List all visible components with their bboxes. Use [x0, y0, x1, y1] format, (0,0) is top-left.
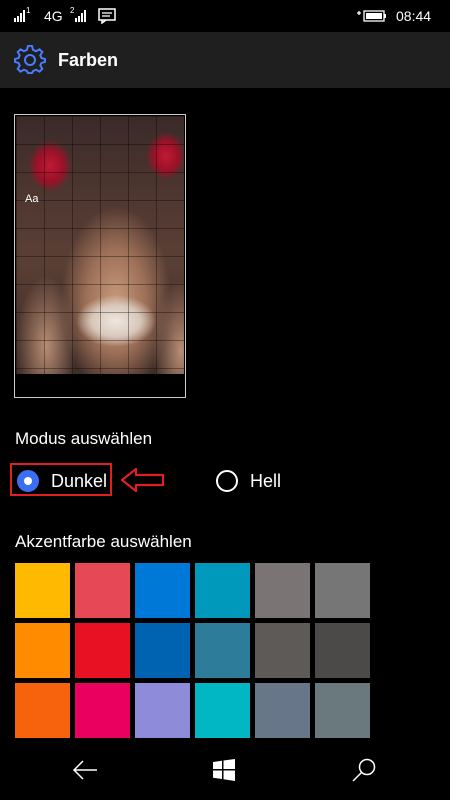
gear-icon: [14, 44, 46, 76]
message-icon: [98, 0, 116, 32]
annotation-arrow-icon: [120, 467, 165, 493]
radio-option-hell[interactable]: Hell: [216, 463, 281, 499]
accent-color-swatch[interactable]: [15, 683, 70, 738]
accent-color-swatch[interactable]: [75, 563, 130, 618]
mode-section-label: Modus auswählen: [15, 429, 153, 448]
clock: 08:44: [396, 8, 432, 24]
start-screen-preview[interactable]: Aa: [14, 114, 186, 398]
accent-color-swatch[interactable]: [15, 623, 70, 678]
signal-sim2: 2: [70, 0, 87, 32]
back-arrow-icon: [72, 760, 97, 780]
network-type: 4G: [44, 8, 63, 24]
accent-color-swatch[interactable]: [255, 623, 310, 678]
search-button[interactable]: [344, 752, 384, 788]
accent-color-swatch[interactable]: [135, 623, 190, 678]
sim1-label: 1: [26, 5, 31, 15]
accent-section-label: Akzentfarbe auswählen: [15, 532, 192, 551]
signal-strength-icon: [75, 10, 87, 22]
signal-strength-icon: [14, 10, 25, 22]
accent-color-swatch[interactable]: [315, 623, 370, 678]
tile-grid: [16, 116, 184, 374]
status-bar: 1 4G 2 08:44: [0, 0, 450, 32]
back-button[interactable]: [65, 752, 105, 788]
radio-label-hell: Hell: [250, 470, 282, 491]
accent-color-swatch[interactable]: [255, 683, 310, 738]
accent-color-swatch[interactable]: [195, 683, 250, 738]
start-button[interactable]: [204, 752, 244, 788]
radio-button-hell[interactable]: [216, 470, 238, 492]
accent-color-swatch[interactable]: [195, 623, 250, 678]
tile-label: Aa: [25, 193, 39, 205]
windows-logo-icon: [213, 759, 235, 781]
accent-color-swatch[interactable]: [75, 623, 130, 678]
accent-color-swatch[interactable]: [135, 563, 190, 618]
annotation-highlight-box: [10, 463, 112, 496]
accent-color-swatch[interactable]: [195, 563, 250, 618]
navigation-bar: [0, 740, 450, 800]
accent-color-swatch[interactable]: [75, 683, 130, 738]
accent-color-swatch[interactable]: [255, 563, 310, 618]
battery-charging-icon: [356, 0, 388, 32]
sim2-label: 2: [70, 5, 75, 15]
search-icon: [352, 758, 376, 782]
app-header: Farben: [0, 32, 450, 88]
accent-color-swatch[interactable]: [315, 683, 370, 738]
accent-color-swatch[interactable]: [315, 563, 370, 618]
accent-color-swatch[interactable]: [15, 563, 70, 618]
page-title: Farben: [58, 50, 119, 70]
signal-sim1: 1: [14, 0, 30, 32]
accent-color-swatch[interactable]: [135, 683, 190, 738]
